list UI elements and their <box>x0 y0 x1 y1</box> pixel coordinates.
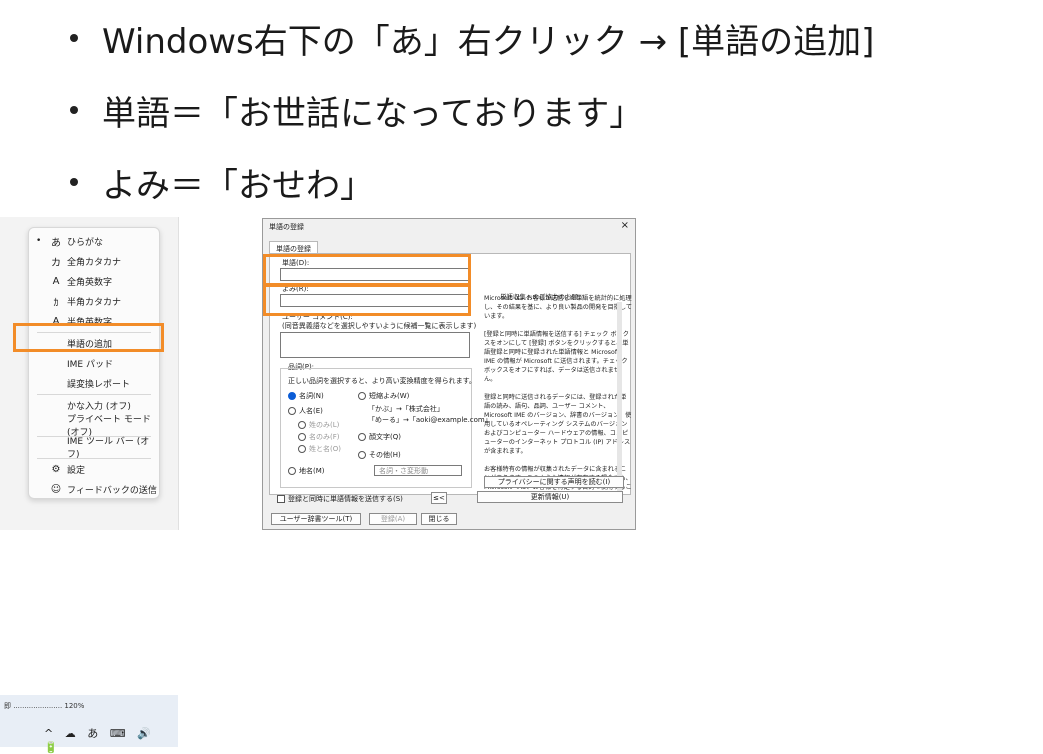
ime-context-menu-screenshot: • あひらがな カ全角カタカナ A 全角英数字 ｶ半角カタカナ A 半角英数字 単語の… <box>0 217 179 754</box>
radio-label: 名詞(N) <box>299 392 324 400</box>
small-button[interactable]: ≤< <box>431 492 447 504</box>
radio-label: 顔文字(Q) <box>369 433 401 441</box>
bullet-dot <box>70 34 78 42</box>
katakana-icon: カ <box>51 257 61 269</box>
radio-circle <box>358 451 366 459</box>
bullet-text: 単語＝「お世話になっております」 <box>102 93 644 134</box>
bullet-text: よみ＝「おせわ」 <box>102 165 374 206</box>
menu-item-zenkaku-alnum[interactable]: A 全角英数字 <box>29 272 159 290</box>
alnum-icon: A <box>52 275 60 287</box>
taskbar-tray-icons[interactable]: ^ ☁ あ ⌨ 🔊 🔋 <box>44 725 178 754</box>
comment-hint: (同音異義語などを選択しやすいように候補一覧に表示します) <box>282 322 477 330</box>
menu-label: ひらがな <box>67 237 104 248</box>
highlight-word-field <box>263 254 471 286</box>
radio-other[interactable]: その他(H) <box>358 450 401 460</box>
user-dictionary-tool-button[interactable]: ユーザー辞書ツール(T) <box>271 513 361 525</box>
radio-circle <box>298 433 306 441</box>
menu-label: IME パッド <box>67 359 113 370</box>
bullet-text: Windows右下の「あ」右クリック → [単語の追加] <box>102 21 875 62</box>
menu-label: 設定 <box>67 465 86 476</box>
bullet-2: 単語＝「お世話になっております」 <box>70 78 874 142</box>
radio-abbrev[interactable]: 短縮よみ(W) <box>358 391 409 401</box>
dialog-title: 単語の登録 <box>269 223 304 231</box>
register-button[interactable]: 登録(A) <box>369 513 417 525</box>
menu-item-settings[interactable]: ⚙ 設定 <box>29 460 159 478</box>
notice-scrollbar[interactable] <box>617 302 622 492</box>
checkbox-label: 登録と同時に単語情報を送信する(S) <box>288 495 403 503</box>
highlight-add-word <box>13 323 164 352</box>
close-button[interactable]: 閉じる <box>421 513 457 525</box>
menu-item-private-mode[interactable]: プライベート モード (オフ) <box>29 415 159 438</box>
radio-label: 短縮よみ(W) <box>369 392 410 400</box>
radio-label: 名のみ(F) <box>309 433 340 441</box>
windows-taskbar: 即 ...................... 120% ^ ☁ あ ⌨ 🔊 … <box>0 695 178 754</box>
radio-person-last[interactable]: 姓のみ(L) <box>298 420 339 430</box>
radio-label: 人名(E) <box>299 407 323 415</box>
radio-label: 地名(M) <box>299 467 325 475</box>
radio-label: 姓のみ(L) <box>309 421 340 429</box>
menu-label: IME ツール バー (オフ) <box>67 437 150 460</box>
bullet-3: よみ＝「おせわ」 <box>70 150 874 214</box>
menu-label: 誤変換レポート <box>67 379 131 390</box>
menu-label: 全角カタカナ <box>67 257 122 268</box>
menu-item-hankaku-katakana[interactable]: ｶ 半角カタカナ <box>29 292 159 310</box>
radio-circle <box>298 421 306 429</box>
radio-person[interactable]: 人名(E) <box>288 406 323 416</box>
radio-selected <box>288 392 296 400</box>
radio-circle <box>288 467 296 475</box>
menu-item-misconversion-report[interactable]: 誤変換レポート <box>29 374 159 392</box>
notice-text: Microsoft は、お客様が送信した単語を統計的に処理し、その結果を基に、よ… <box>484 295 632 500</box>
taskbar-status-row: 即 ...................... 120% <box>4 702 85 710</box>
selected-dot: • <box>36 236 42 246</box>
katakana-half-icon: ｶ <box>53 297 59 309</box>
menu-label: 全角英数字 <box>67 277 113 288</box>
menu-item-ime-toolbar[interactable]: IME ツール バー (オフ) <box>29 437 159 460</box>
comment-input[interactable] <box>280 332 470 358</box>
menu-separator <box>37 458 151 459</box>
radio-label: その他(H) <box>369 451 401 459</box>
bullet-1: Windows右下の「あ」右クリック → [単語の追加] <box>70 6 874 70</box>
other-pos-select[interactable]: 名詞・さ変形動 <box>374 465 462 476</box>
menu-label: 半角カタカナ <box>67 297 122 308</box>
hiragana-icon: あ <box>51 237 61 249</box>
menu-label: かな入力 (オフ) <box>67 401 131 412</box>
slide-bullets: Windows右下の「あ」右クリック → [単語の追加] 単語＝「お世話になって… <box>70 6 874 222</box>
update-info-button[interactable]: 更新情報(U) <box>477 491 623 503</box>
radio-circle <box>358 433 366 441</box>
radio-place[interactable]: 地名(M) <box>288 466 325 476</box>
menu-item-ime-pad[interactable]: IME パッド <box>29 354 159 372</box>
ime-context-menu: • あひらがな カ全角カタカナ A 全角英数字 ｶ半角カタカナ A 半角英数字 単語の… <box>28 227 160 499</box>
radio-emoticon[interactable]: 顔文字(Q) <box>358 432 401 442</box>
pos-hint: 正しい品詞を選択すると、より高い変換精度を得られます。 <box>288 377 476 385</box>
close-icon[interactable]: × <box>621 220 629 231</box>
radio-person-full[interactable]: 姓と名(O) <box>298 444 341 454</box>
abbrev-example-1: 「かぶ」→「株式会社」 <box>368 405 444 413</box>
radio-circle <box>358 392 366 400</box>
gear-icon: ⚙ <box>51 463 61 475</box>
checkbox-box <box>277 495 285 503</box>
radio-circle <box>288 407 296 415</box>
bullet-dot <box>70 178 78 186</box>
radio-person-first[interactable]: 名のみ(F) <box>298 432 340 442</box>
abbrev-example-2: 「めーる」→「aoki@example.com」 <box>368 416 492 424</box>
privacy-statement-button[interactable]: プライバシーに関する声明を読む(I) <box>484 476 624 488</box>
menu-label: フィードバックの送信 <box>67 485 157 496</box>
menu-separator <box>37 394 151 395</box>
highlight-reading-field <box>263 284 471 316</box>
radio-label: 姓と名(O) <box>309 445 341 453</box>
send-word-info-checkbox[interactable]: 登録と同時に単語情報を送信する(S) <box>277 494 403 504</box>
radio-circle <box>298 445 306 453</box>
menu-item-zenkaku-katakana[interactable]: カ全角カタカナ <box>29 252 159 270</box>
menu-item-feedback[interactable]: ☺ フィードバックの送信 <box>29 480 159 498</box>
feedback-icon: ☺ <box>50 483 62 495</box>
menu-item-hiragana[interactable]: • あひらがな <box>29 232 159 250</box>
bullet-dot <box>70 106 78 114</box>
radio-noun[interactable]: 名詞(N) <box>288 391 324 401</box>
